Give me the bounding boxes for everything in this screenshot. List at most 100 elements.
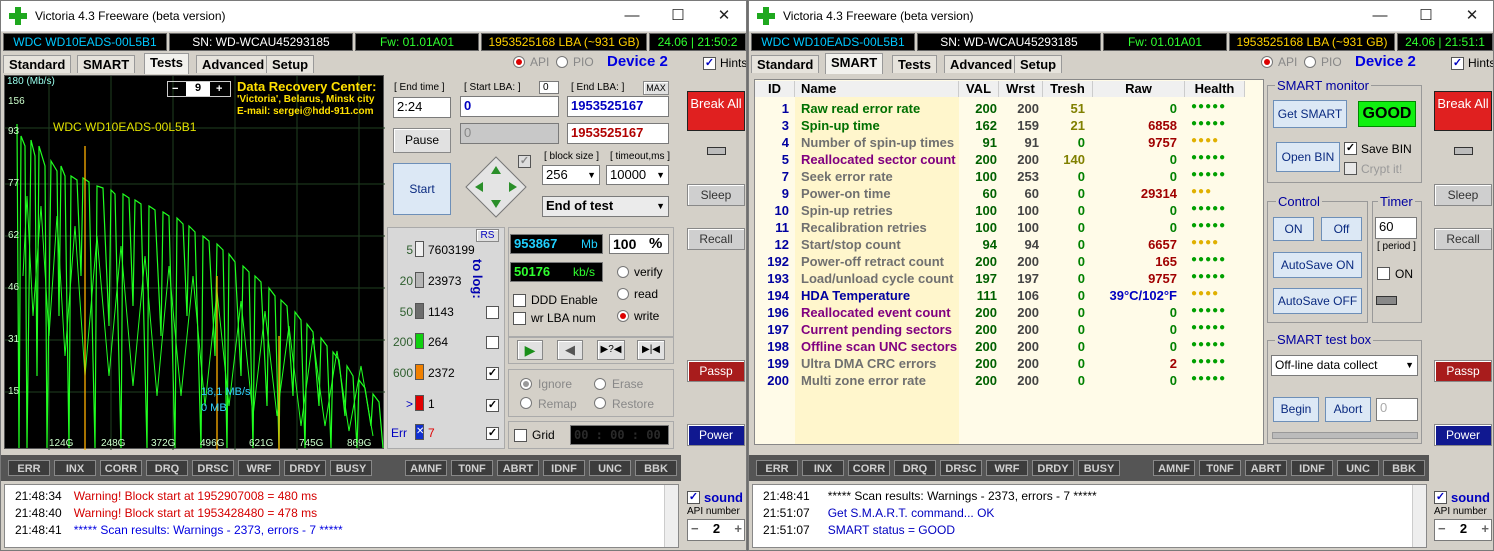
remap-radio[interactable] (520, 397, 532, 409)
end-lba-field-2[interactable]: 1953525167 (567, 123, 669, 144)
maximize-button[interactable]: ☐ (1403, 5, 1449, 27)
log-scrollbar[interactable] (1412, 485, 1426, 547)
api-number-stepper[interactable]: −2 + (1434, 519, 1492, 541)
start-lba-mini[interactable]: 0 (539, 81, 559, 94)
wr-lba-checkbox[interactable] (513, 312, 526, 325)
end-lba-field[interactable]: 1953525167 (567, 96, 669, 117)
tab-advanced[interactable]: Advanced (196, 55, 271, 73)
power-button[interactable]: Power (1434, 424, 1492, 446)
smart-row[interactable]: 7 Seek error rate 100 253 0 0 ●●●●● (755, 168, 1263, 185)
tab-setup[interactable]: Setup (1014, 55, 1063, 73)
pio-radio[interactable] (1304, 56, 1316, 68)
sound-checkbox[interactable]: ✓ (687, 491, 700, 504)
verify-radio[interactable] (617, 266, 629, 278)
back-button[interactable]: ◀ (557, 340, 583, 360)
save-bin-checkbox[interactable]: ✓ (1344, 142, 1357, 155)
smart-row[interactable]: 194 HDA Temperature 111 106 0 39°C/102°F ●●●● (755, 287, 1263, 304)
get-smart-button[interactable]: Get SMART (1273, 100, 1347, 128)
tab-tests[interactable]: Tests (892, 55, 937, 73)
abort-button[interactable]: Abort (1325, 397, 1371, 422)
restore-radio[interactable] (594, 397, 606, 409)
passp-button[interactable]: Passp (1434, 360, 1492, 382)
smart-row[interactable]: 3 Spin-up time 162 159 21 6858 ●●●●● (755, 117, 1263, 134)
read-radio[interactable] (617, 288, 629, 300)
close-button[interactable]: ✕ (1449, 5, 1493, 27)
smart-row[interactable]: 10 Spin-up retries 100 100 0 0 ●●●●● (755, 202, 1263, 219)
open-bin-button[interactable]: Open BIN (1276, 142, 1340, 172)
smart-row[interactable]: 193 Load/unload cycle count 197 197 0 9757 ●●●… (755, 270, 1263, 287)
api-number-stepper[interactable]: −2 + (687, 519, 745, 541)
tab-standard[interactable]: Standard (3, 55, 72, 73)
timeout-select[interactable]: 10000 ▼ (606, 165, 669, 185)
graph-scale-control[interactable]: − 9 + (167, 81, 231, 97)
recall-button[interactable]: Recall (687, 228, 745, 250)
play-button[interactable]: ▶ (517, 340, 543, 360)
minimize-button[interactable]: — (609, 5, 655, 27)
random-button[interactable]: ▶?◀ (597, 340, 625, 360)
tab-standard[interactable]: Standard (751, 55, 820, 73)
hints-checkbox[interactable]: ✓ (703, 57, 716, 70)
control-on-button[interactable]: ON (1273, 217, 1314, 241)
plus-icon[interactable]: + (216, 83, 222, 95)
power-button[interactable]: Power (687, 424, 745, 446)
sound-checkbox[interactable]: ✓ (1434, 491, 1447, 504)
write-radio[interactable] (617, 310, 629, 322)
end-time-field[interactable]: 2:24 (393, 97, 451, 118)
smart-row[interactable]: 199 Ultra DMA CRC errors 200 200 0 2 ●●●●● (755, 355, 1263, 372)
api-radio[interactable] (513, 56, 525, 68)
smart-row[interactable]: 1 Raw read error rate 200 200 51 0 ●●●●● (755, 100, 1263, 117)
ddd-enable-checkbox[interactable] (513, 294, 526, 307)
smart-row[interactable]: 197 Current pending sectors 200 200 0 0 ●●●●● (755, 321, 1263, 338)
close-button[interactable]: ✕ (701, 5, 746, 27)
minimize-button[interactable]: — (1357, 5, 1403, 27)
rs-button[interactable]: RS (476, 229, 499, 242)
log-over-checkbox[interactable]: ✓ (486, 399, 499, 412)
control-off-button[interactable]: Off (1321, 217, 1362, 241)
sleep-button[interactable]: Sleep (1434, 184, 1492, 206)
smart-test-select[interactable]: Off-line data collect ▼ (1271, 355, 1418, 376)
erase-radio[interactable] (594, 378, 606, 390)
grid-checkbox[interactable] (514, 429, 527, 442)
direction-checkbox[interactable]: ✓ (518, 155, 531, 168)
event-log[interactable]: 21:48:34 Warning! Block start at 19529070… (4, 484, 679, 548)
passp-button[interactable]: Passp (687, 360, 745, 382)
log-scrollbar[interactable] (664, 485, 678, 547)
tab-setup[interactable]: Setup (266, 55, 315, 73)
smart-row[interactable]: 5 Reallocated sector count 200 200 140 0 ●●●●● (755, 151, 1263, 168)
smart-row[interactable]: 9 Power-on time 60 60 0 29314 ●●● (755, 185, 1263, 202)
tab-smart[interactable]: SMART (825, 53, 884, 74)
minus-icon[interactable]: − (1438, 520, 1446, 538)
event-log[interactable]: 21:48:41 ***** Scan results: Warnings - 2… (752, 484, 1427, 548)
pause-button[interactable]: Pause (393, 128, 451, 153)
plus-icon[interactable]: + (734, 520, 744, 538)
butterfly-button[interactable]: ▶|◀ (637, 340, 665, 360)
log-error-checkbox[interactable]: ✓ (486, 427, 499, 440)
api-radio[interactable] (1261, 56, 1273, 68)
break-all-button[interactable]: Break All (1434, 91, 1492, 131)
timer-field[interactable]: 60 (1375, 217, 1417, 239)
smart-row[interactable]: 4 Number of spin-up times 91 91 0 9757 ●●●● (755, 134, 1263, 151)
smart-row[interactable]: 12 Start/stop count 94 94 0 6657 ●●●● (755, 236, 1263, 253)
minus-icon[interactable]: − (691, 520, 699, 538)
maximize-button[interactable]: ☐ (655, 5, 701, 27)
autosave-off-button[interactable]: AutoSave OFF (1273, 288, 1362, 314)
log-50ms-checkbox[interactable] (486, 306, 499, 319)
log-600ms-checkbox[interactable]: ✓ (486, 367, 499, 380)
minus-icon[interactable]: − (172, 83, 178, 95)
ignore-radio[interactable] (520, 378, 532, 390)
start-lba-field[interactable]: 0 (460, 96, 559, 117)
smart-row[interactable]: 200 Multi zone error rate 200 200 0 0 ●●●●● (755, 372, 1263, 389)
smart-row[interactable]: 192 Power-off retract count 200 200 0 165 ●●●●… (755, 253, 1263, 270)
tab-advanced[interactable]: Advanced (944, 55, 1019, 73)
block-size-select[interactable]: 256 ▼ (542, 165, 600, 185)
pio-radio[interactable] (556, 56, 568, 68)
hints-checkbox[interactable]: ✓ (1451, 57, 1464, 70)
start-button[interactable]: Start (393, 163, 451, 215)
break-all-button[interactable]: Break All (687, 91, 745, 131)
smart-row[interactable]: 198 Offline scan UNC sectors 200 200 0 0 ●●●●● (755, 338, 1263, 355)
smart-row[interactable]: 11 Recalibration retries 100 100 0 0 ●●●●● (755, 219, 1263, 236)
tab-smart[interactable]: SMART (77, 55, 136, 73)
end-of-test-select[interactable]: End of test ▼ (542, 196, 669, 217)
max-button[interactable]: MAX (643, 81, 669, 95)
tab-tests[interactable]: Tests (144, 53, 189, 74)
